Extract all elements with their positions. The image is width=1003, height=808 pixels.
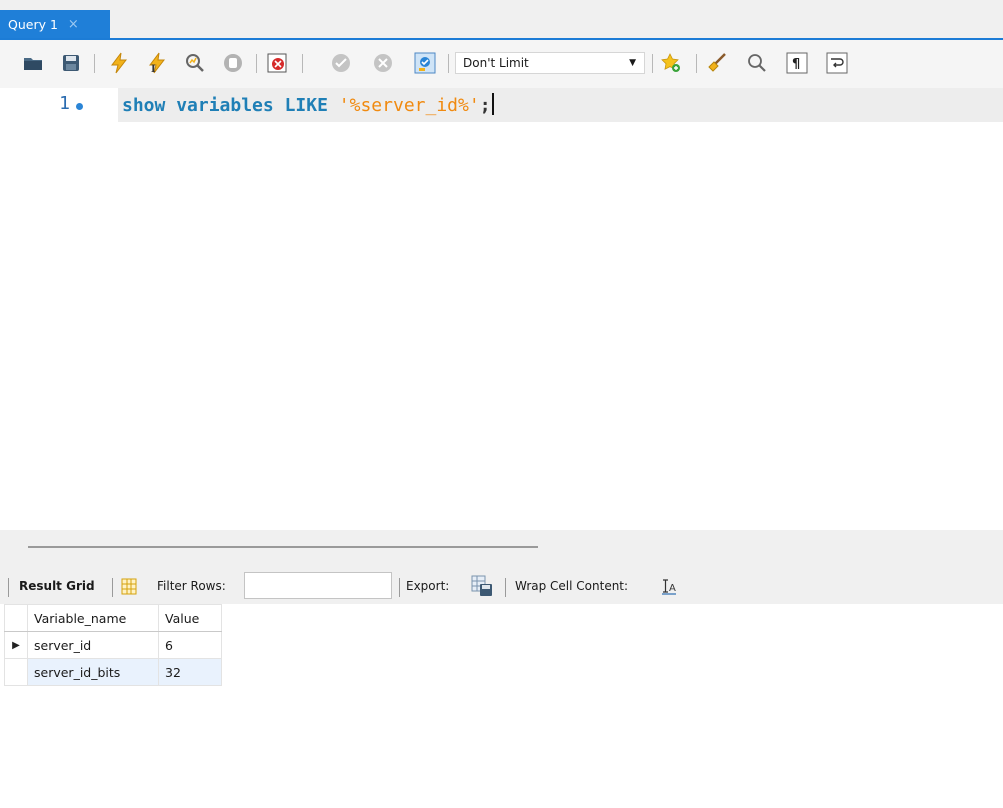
close-tab-icon[interactable]: × (68, 17, 79, 32)
rollback-icon[interactable] (372, 52, 394, 74)
result-grid-tab[interactable]: Result Grid (19, 579, 95, 593)
result-toolbar: Result Grid Filter Rows: Export: Wrap Ce… (0, 570, 1003, 604)
toolbar-separator (448, 54, 449, 73)
save-icon[interactable] (60, 52, 82, 74)
column-header-value[interactable]: Value (158, 604, 222, 632)
execute-current-icon[interactable]: I (146, 52, 168, 74)
beautify-icon[interactable] (706, 52, 728, 74)
wrap-cell-icon[interactable]: A (661, 578, 677, 595)
invisible-chars-icon[interactable]: ¶ (786, 52, 808, 74)
row-header-corner (4, 604, 28, 632)
sql-string-literal: '%server_id%' (338, 95, 480, 116)
sql-editor-toolbar: I Don't Limit ▼ ¶ (0, 40, 1003, 88)
commit-icon[interactable] (330, 52, 352, 74)
svg-text:A: A (669, 583, 676, 594)
cell-value[interactable]: 32 (158, 658, 222, 686)
wrap-icon[interactable] (826, 52, 848, 74)
query-tab-strip: Query 1 × (0, 0, 1003, 40)
result-grid: Variable_name Value ▶ server_id 6 server… (4, 604, 222, 686)
table-row[interactable]: ▶ server_id 6 (4, 631, 222, 659)
cell-variable-name[interactable]: server_id_bits (27, 658, 159, 686)
line-number: 1 (59, 93, 70, 114)
execute-icon[interactable] (108, 52, 130, 74)
cell-value[interactable]: 6 (158, 631, 222, 659)
cell-variable-name[interactable]: server_id (27, 631, 159, 659)
open-folder-icon[interactable] (22, 52, 44, 74)
explain-icon[interactable] (184, 52, 206, 74)
filter-rows-input[interactable] (244, 572, 392, 599)
chevron-down-icon: ▼ (629, 58, 636, 68)
toolbar-separator (696, 54, 697, 73)
sql-keyword: variables (176, 95, 274, 116)
row-limit-value: Don't Limit (463, 56, 529, 70)
panel-splitter[interactable] (0, 530, 1003, 570)
toolbar-separator (256, 54, 257, 73)
sql-keyword: LIKE (284, 95, 328, 116)
toolbar-separator (112, 578, 113, 597)
sql-editor[interactable]: 1 show variables LIKE '%server_id%'; (0, 88, 1003, 530)
toolbar-separator (8, 578, 9, 597)
svg-text:I: I (151, 64, 156, 74)
text-caret (491, 93, 494, 115)
stop-icon[interactable] (222, 52, 244, 74)
find-icon[interactable] (746, 52, 768, 74)
tab-title: Query 1 (8, 16, 58, 32)
toolbar-separator (399, 578, 400, 597)
column-header-variable-name[interactable]: Variable_name (27, 604, 159, 632)
row-selected-arrow-icon: ▶ (4, 631, 28, 659)
wrap-cell-label: Wrap Cell Content: (515, 579, 629, 593)
bookmark-icon[interactable] (660, 52, 682, 74)
sql-terminator: ; (479, 95, 491, 116)
export-icon[interactable] (471, 575, 493, 597)
row-limit-select[interactable]: Don't Limit ▼ (455, 52, 645, 74)
toggle-error-icon[interactable] (266, 52, 288, 74)
tab-query-1[interactable]: Query 1 × (0, 10, 110, 38)
filter-rows-label: Filter Rows: (157, 579, 226, 593)
export-label: Export: (406, 579, 450, 593)
statement-marker-icon (76, 103, 83, 110)
sql-keyword: show (122, 95, 166, 116)
autocommit-icon[interactable] (414, 52, 436, 74)
toolbar-separator (94, 54, 95, 73)
table-row[interactable]: server_id_bits 32 (4, 658, 222, 686)
toolbar-separator (652, 54, 653, 73)
sql-code-line[interactable]: show variables LIKE '%server_id%'; (122, 93, 494, 116)
toolbar-separator (505, 578, 506, 597)
svg-text:¶: ¶ (792, 57, 800, 72)
toolbar-separator (302, 54, 303, 73)
splitter-handle[interactable] (28, 546, 538, 548)
row-header (4, 658, 28, 686)
grid-view-icon[interactable] (121, 578, 137, 595)
grid-header-row: Variable_name Value (4, 604, 222, 632)
